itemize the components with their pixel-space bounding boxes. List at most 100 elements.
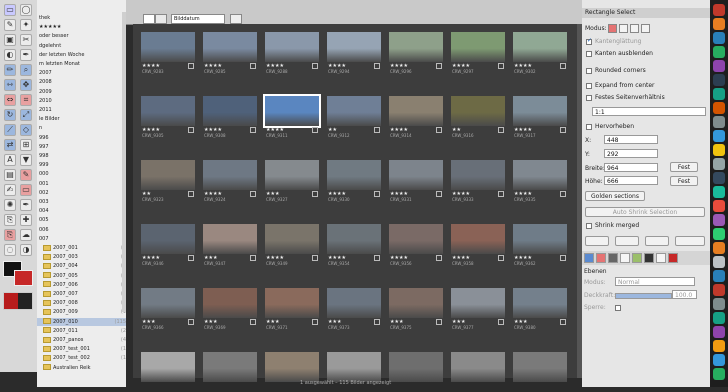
- reject-icon[interactable]: [312, 255, 318, 261]
- reject-icon[interactable]: [436, 255, 442, 261]
- library-item[interactable]: 2007_010 (115): [37, 317, 126, 326]
- fixed-height-button[interactable]: Fest: [670, 176, 698, 186]
- photo-thumbnail-image[interactable]: [327, 288, 381, 318]
- feather-checkbox[interactable]: [586, 51, 592, 57]
- brushes-tab-icon[interactable]: [632, 253, 642, 263]
- photo-thumbnail-cell[interactable]: ★★★ CRW_9347: [201, 224, 259, 266]
- save-options-button[interactable]: [585, 236, 609, 246]
- background-color-swatch[interactable]: [14, 270, 33, 286]
- photo-thumbnail-image[interactable]: [141, 96, 195, 126]
- reject-icon[interactable]: [560, 63, 566, 69]
- photo-thumbnail-cell[interactable]: [325, 352, 383, 392]
- crop-tool-icon[interactable]: ⌗: [20, 94, 32, 106]
- reject-icon[interactable]: [436, 127, 442, 133]
- scissors-tool-icon[interactable]: ✂: [20, 34, 32, 46]
- restore-options-button[interactable]: [615, 236, 639, 246]
- reject-icon[interactable]: [436, 319, 442, 325]
- photo-thumbnail-image[interactable]: [451, 288, 505, 318]
- photo-thumbnail-image[interactable]: [327, 96, 381, 126]
- layer-mode-select[interactable]: Normal: [615, 277, 695, 286]
- tool-options-tab-icon[interactable]: [584, 253, 594, 263]
- dock-app-icon[interactable]: [713, 4, 725, 16]
- select-by-color-tool-icon[interactable]: ▣: [4, 34, 16, 46]
- library-item[interactable]: 2007_011 (2): [37, 327, 126, 335]
- photo-thumbnail-cell[interactable]: ★★★★ CRW_9335: [511, 160, 569, 202]
- dock-app-icon[interactable]: [713, 186, 725, 198]
- library-item[interactable]: thek: [37, 14, 126, 22]
- library-item[interactable]: 2007: [37, 69, 126, 77]
- dock-app-icon[interactable]: [713, 200, 725, 212]
- photo-thumbnail-cell[interactable]: ★★★★ CRW_9354: [325, 224, 383, 266]
- library-item[interactable]: 2007_006(2): [37, 281, 126, 289]
- library-item[interactable]: dgelehnt: [37, 42, 126, 50]
- photo-thumbnail-image[interactable]: [513, 352, 567, 382]
- flip-tool-icon[interactable]: ⇄: [4, 139, 16, 151]
- photo-thumbnail-cell[interactable]: ★★★★ CRW_9317: [511, 96, 569, 138]
- photo-thumbnail-image[interactable]: [389, 288, 443, 318]
- photo-thumbnail-image[interactable]: [265, 224, 319, 254]
- undo-tab-icon[interactable]: [608, 253, 618, 263]
- library-item[interactable]: le Bilder: [37, 115, 126, 123]
- photo-thumbnail-cell[interactable]: [449, 352, 507, 392]
- library-item[interactable]: 2007_008(4): [37, 299, 126, 307]
- photo-thumbnail-image[interactable]: [451, 160, 505, 190]
- photo-thumbnail-image[interactable]: [451, 32, 505, 62]
- reject-icon[interactable]: [498, 127, 504, 133]
- align-tool-icon[interactable]: ⇔: [4, 94, 16, 106]
- photo-thumbnail-cell[interactable]: ★★★ CRW_9380: [511, 288, 569, 330]
- library-item[interactable]: 2007_007(1): [37, 290, 126, 298]
- palettes-tab-icon[interactable]: [668, 253, 678, 263]
- photo-thumbnail-cell[interactable]: ★★★★ CRW_9362: [511, 224, 569, 266]
- reject-icon[interactable]: [312, 63, 318, 69]
- perspective-clone-tool-icon[interactable]: ⎘: [4, 229, 16, 241]
- dock-app-icon[interactable]: [713, 144, 725, 156]
- photo-thumbnail-cell[interactable]: ★★★★ CRW_9346: [139, 224, 197, 266]
- photo-thumbnail-image[interactable]: [451, 96, 505, 126]
- reject-icon[interactable]: [498, 255, 504, 261]
- reject-icon[interactable]: [436, 63, 442, 69]
- library-item[interactable]: 2007_test_002 (1): [37, 354, 126, 362]
- library-item[interactable]: 2007_panos (4): [37, 336, 126, 344]
- photo-thumbnail-image[interactable]: [513, 160, 567, 190]
- airbrush-tool-icon[interactable]: ✺: [4, 199, 16, 211]
- dock-app-icon[interactable]: [713, 18, 725, 30]
- photo-thumbnail-cell[interactable]: [511, 352, 569, 392]
- reject-icon[interactable]: [498, 319, 504, 325]
- brush-pattern-preview[interactable]: [3, 292, 33, 310]
- library-item[interactable]: 2007_005(1): [37, 272, 126, 280]
- eraser-tool-icon[interactable]: ▭: [20, 184, 32, 196]
- dock-app-icon[interactable]: [713, 116, 725, 128]
- photo-thumbnail-image[interactable]: [203, 160, 257, 190]
- photo-thumbnail-cell[interactable]: ★★★★ CRW_9333: [449, 160, 507, 202]
- library-item[interactable]: 996: [37, 134, 126, 142]
- photo-thumbnail-cell[interactable]: ★★★★ CRW_9314: [387, 96, 445, 138]
- photo-thumbnail-image[interactable]: [263, 94, 321, 128]
- height-field[interactable]: 666: [604, 176, 658, 185]
- photo-thumbnail-cell[interactable]: ★★★★ CRW_9311: [263, 94, 321, 138]
- reject-icon[interactable]: [188, 127, 194, 133]
- measure-tool-icon[interactable]: ⇿: [4, 79, 16, 91]
- reject-icon[interactable]: [436, 191, 442, 197]
- lock-alpha-checkbox[interactable]: [615, 305, 621, 311]
- reject-icon[interactable]: [560, 127, 566, 133]
- highlight-checkbox[interactable]: [586, 124, 592, 130]
- reject-icon[interactable]: [250, 191, 256, 197]
- photo-thumbnail-image[interactable]: [141, 32, 195, 62]
- reject-icon[interactable]: [312, 127, 318, 133]
- photo-thumbnail-cell[interactable]: ★★ CRW_9312: [325, 96, 383, 138]
- library-item[interactable]: ★★★★★: [37, 23, 126, 31]
- library-item[interactable]: Australien Reik: [37, 364, 126, 372]
- shear-tool-icon[interactable]: ⟋: [4, 124, 16, 136]
- dock-app-icon[interactable]: [713, 102, 725, 114]
- photo-thumbnail-cell[interactable]: ★★★ CRW_9327: [263, 160, 321, 202]
- clone-tool-icon[interactable]: ⎘: [4, 214, 16, 226]
- opacity-field[interactable]: 100.0: [672, 290, 697, 299]
- foreground-select-tool-icon[interactable]: ◐: [4, 49, 16, 61]
- photo-thumbnail-image[interactable]: [141, 352, 195, 382]
- dock-app-icon[interactable]: [713, 130, 725, 142]
- cage-tool-icon[interactable]: ⊞: [20, 139, 32, 151]
- library-item[interactable]: 003: [37, 198, 126, 206]
- delete-options-button[interactable]: [645, 236, 669, 246]
- device-status-tab-icon[interactable]: [596, 253, 606, 263]
- mode-replace-button[interactable]: [608, 24, 617, 33]
